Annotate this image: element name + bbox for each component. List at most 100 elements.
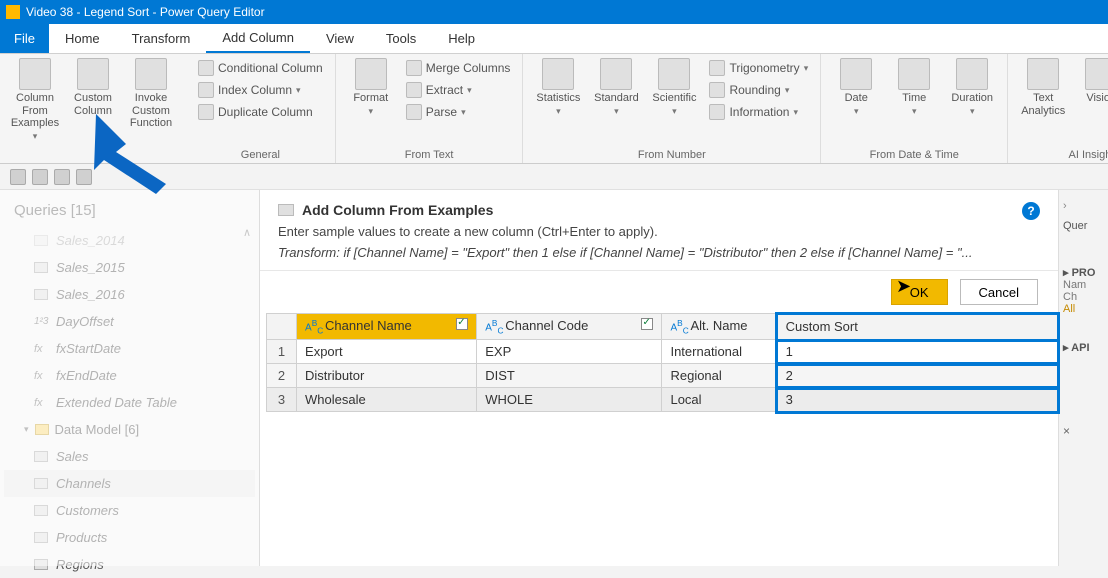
tab-file[interactable]: File: [0, 24, 49, 53]
example-cell[interactable]: 2: [777, 364, 1057, 388]
all-properties-link[interactable]: All: [1063, 303, 1104, 315]
ok-button[interactable]: OK: [891, 279, 948, 305]
column-checkbox[interactable]: [641, 318, 653, 330]
group-from-number-label: From Number: [531, 147, 812, 161]
cancel-button[interactable]: Cancel: [960, 279, 1038, 305]
vision-button[interactable]: Vision: [1074, 58, 1108, 105]
index-column-button[interactable]: Index Column: [194, 80, 327, 100]
window-title: Video 38 - Legend Sort - Power Query Edi…: [26, 5, 265, 19]
column-header-alt-name[interactable]: ABCAlt. Name: [662, 314, 777, 340]
group-from-datetime-label: From Date & Time: [829, 147, 999, 161]
query-item[interactable]: fxfxEndDate: [4, 362, 255, 389]
cell[interactable]: Distributor: [297, 364, 477, 388]
trigonometry-button[interactable]: Trigonometry: [705, 58, 812, 78]
tab-tools[interactable]: Tools: [370, 24, 432, 53]
example-cell[interactable]: 3: [777, 388, 1057, 412]
text-analytics-button[interactable]: Text Analytics: [1016, 58, 1070, 117]
query-item-active[interactable]: Channels: [4, 470, 255, 497]
custom-column-button[interactable]: Custom Column: [66, 58, 120, 117]
duration-button[interactable]: Duration: [945, 58, 999, 117]
query-settings-label: Quer: [1063, 220, 1104, 232]
row-number[interactable]: 3: [267, 388, 297, 412]
close-step-icon[interactable]: ×: [1063, 424, 1104, 438]
queries-pane: Queries [15] ∧ Sales_2014 Sales_2015 Sal…: [0, 190, 260, 566]
query-item[interactable]: Products: [4, 524, 255, 551]
cell[interactable]: International: [662, 340, 777, 364]
invoke-custom-function-button[interactable]: Invoke Custom Function: [124, 58, 178, 130]
preview-grid: ABCChannel Name ABCChannel Code ABCAlt. …: [260, 313, 1058, 412]
group-ai-insights-label: AI Insights: [1016, 147, 1108, 161]
row-number[interactable]: 2: [267, 364, 297, 388]
merge-columns-button[interactable]: Merge Columns: [402, 58, 515, 78]
cell[interactable]: EXP: [477, 340, 662, 364]
query-item[interactable]: Sales_2015: [4, 254, 255, 281]
caret-icon[interactable]: ▸: [1063, 342, 1071, 354]
extract-button[interactable]: Extract: [402, 80, 515, 100]
tab-transform[interactable]: Transform: [116, 24, 207, 53]
row-number[interactable]: 1: [267, 340, 297, 364]
cell[interactable]: DIST: [477, 364, 662, 388]
help-icon[interactable]: ?: [1022, 202, 1040, 220]
query-item[interactable]: Sales_2014: [4, 227, 255, 254]
column-from-examples-icon: [19, 58, 51, 90]
save-icon[interactable]: [10, 169, 26, 185]
text-analytics-icon: [1027, 58, 1059, 90]
query-item[interactable]: fxfxStartDate: [4, 335, 255, 362]
column-from-examples-button[interactable]: Column From Examples: [8, 58, 62, 143]
conditional-column-button[interactable]: Conditional Column: [194, 58, 327, 78]
number-type-icon: 1²3: [34, 316, 48, 327]
column-header-channel-name[interactable]: ABCChannel Name: [297, 314, 477, 340]
panel-title: Add Column From Examples: [302, 202, 493, 218]
query-item[interactable]: Sales: [4, 443, 255, 470]
table-icon: [278, 204, 294, 216]
caret-icon[interactable]: ▸: [1063, 267, 1072, 279]
parse-button[interactable]: Parse: [402, 102, 515, 122]
table-icon: [34, 505, 48, 516]
select-all-corner[interactable]: [267, 314, 297, 340]
cell[interactable]: Wholesale: [297, 388, 477, 412]
cell[interactable]: Local: [662, 388, 777, 412]
query-item[interactable]: Regions: [4, 551, 255, 578]
query-item[interactable]: Sales_2016: [4, 281, 255, 308]
cell[interactable]: WHOLE: [477, 388, 662, 412]
window-titlebar: Video 38 - Legend Sort - Power Query Edi…: [0, 0, 1108, 24]
expand-settings-icon[interactable]: ›: [1063, 200, 1104, 212]
query-settings-pane: › Quer ▸ PRO Nam Ch All ▸ API ×: [1058, 190, 1108, 566]
qat-icon[interactable]: [76, 169, 92, 185]
tab-help[interactable]: Help: [432, 24, 491, 53]
cell[interactable]: Export: [297, 340, 477, 364]
standard-button[interactable]: Standard: [589, 58, 643, 117]
column-header-custom-sort[interactable]: Custom Sort: [777, 314, 1057, 340]
query-item[interactable]: Customers: [4, 497, 255, 524]
name-label: Nam: [1063, 279, 1104, 291]
qat-icon[interactable]: [32, 169, 48, 185]
qat-icon[interactable]: [54, 169, 70, 185]
query-item[interactable]: 1²3DayOffset: [4, 308, 255, 335]
format-button[interactable]: Format: [344, 58, 398, 117]
merge-columns-icon: [406, 60, 422, 76]
example-cell[interactable]: 1: [777, 340, 1057, 364]
text-type-icon: ABC: [485, 318, 505, 335]
rounding-button[interactable]: Rounding: [705, 80, 812, 100]
table-icon: [34, 451, 48, 462]
scientific-icon: [658, 58, 690, 90]
invoke-fn-label: Invoke Custom Function: [124, 92, 178, 130]
query-item[interactable]: fxExtended Date Table: [4, 389, 255, 416]
duplicate-column-button[interactable]: Duplicate Column: [194, 102, 327, 122]
tab-home[interactable]: Home: [49, 24, 116, 53]
statistics-button[interactable]: Statistics: [531, 58, 585, 117]
column-header-channel-code[interactable]: ABCChannel Code: [477, 314, 662, 340]
trig-icon: [709, 60, 725, 76]
time-button[interactable]: Time: [887, 58, 941, 117]
conditional-column-icon: [198, 60, 214, 76]
cell[interactable]: Regional: [662, 364, 777, 388]
column-checkbox[interactable]: [456, 318, 468, 330]
query-group-header[interactable]: Data Model [6]: [4, 416, 255, 443]
tab-add-column[interactable]: Add Column: [206, 24, 310, 53]
date-button[interactable]: Date: [829, 58, 883, 117]
info-icon: [709, 104, 725, 120]
information-button[interactable]: Information: [705, 102, 812, 122]
example-panel-header: Add Column From Examples Enter sample va…: [260, 190, 1058, 271]
scientific-button[interactable]: Scientific: [647, 58, 701, 117]
tab-view[interactable]: View: [310, 24, 370, 53]
